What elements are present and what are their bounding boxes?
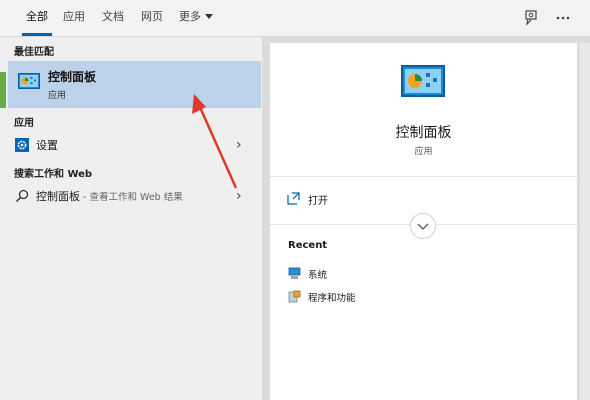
system-icon xyxy=(288,267,301,279)
preview-pane: 控制面板 应用 打开 Recent 系统 程序和功能 xyxy=(270,43,577,400)
recent-item-programs-label: 程序和功能 xyxy=(308,293,356,304)
programs-features-icon xyxy=(288,290,301,303)
web-search-suffix: - 查看工作和 Web 结果 xyxy=(80,192,183,203)
chevron-right-icon[interactable]: › xyxy=(236,138,242,152)
tab-apps[interactable]: 应用 xyxy=(63,0,85,36)
web-search-query: 控制面板 xyxy=(36,190,80,203)
result-settings[interactable]: 设置 › xyxy=(0,133,262,157)
preview-title: 控制面板 xyxy=(395,125,452,141)
scrollbar[interactable] xyxy=(580,43,590,400)
chevron-down-icon xyxy=(417,223,429,230)
chevron-down-icon xyxy=(205,14,213,19)
result-web-search-text: 控制面板 - 查看工作和 Web 结果 xyxy=(36,188,183,204)
result-web-search[interactable]: 控制面板 - 查看工作和 Web 结果 › xyxy=(0,184,262,208)
recent-header: Recent xyxy=(288,240,328,251)
open-action-label: 打开 xyxy=(308,196,328,207)
best-match-header: 最佳匹配 xyxy=(14,47,54,58)
best-match-subtitle: 应用 xyxy=(48,91,67,101)
open-icon xyxy=(287,192,300,205)
result-settings-label: 设置 xyxy=(36,139,58,152)
web-search-header: 搜索工作和 Web xyxy=(14,169,93,180)
ellipsis-icon[interactable] xyxy=(553,8,573,28)
chevron-right-icon[interactable]: › xyxy=(236,189,242,203)
feedback-icon[interactable] xyxy=(522,8,542,28)
best-match-item[interactable]: 控制面板 应用 xyxy=(8,61,261,108)
divider xyxy=(270,176,577,177)
control-panel-icon xyxy=(401,65,445,97)
best-match-title: 控制面板 xyxy=(48,70,97,84)
tab-documents[interactable]: 文档 xyxy=(102,0,124,36)
tab-web[interactable]: 网页 xyxy=(141,0,163,36)
recent-item-system-label: 系统 xyxy=(308,270,328,281)
background-edge xyxy=(0,72,6,108)
settings-gear-icon xyxy=(15,138,29,152)
tab-more-label: 更多 xyxy=(179,10,201,23)
search-scope-bar: 全部 应用 文档 网页 更多 xyxy=(0,0,590,37)
expand-button[interactable] xyxy=(410,213,436,239)
tab-more[interactable]: 更多 xyxy=(179,0,213,36)
search-icon xyxy=(15,189,29,203)
preview-subtitle: 应用 xyxy=(414,147,433,157)
apps-header: 应用 xyxy=(14,118,34,129)
results-pane: 最佳匹配 控制面板 应用 应用 设置 › 搜索工作和 Web 控制面板 - 查看… xyxy=(0,37,262,400)
control-panel-icon xyxy=(18,73,40,89)
tab-all[interactable]: 全部 xyxy=(22,0,52,36)
